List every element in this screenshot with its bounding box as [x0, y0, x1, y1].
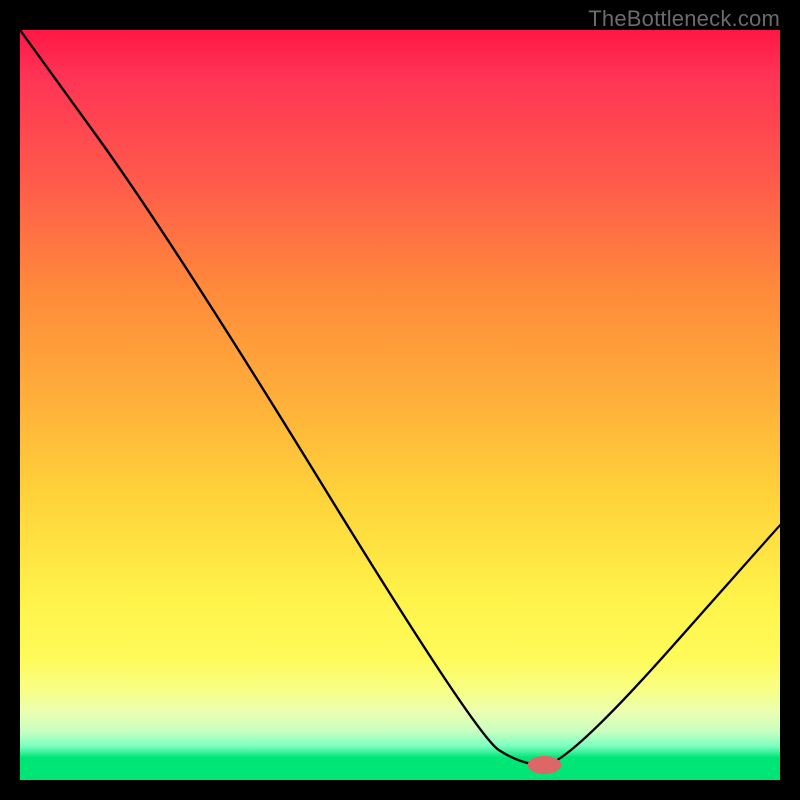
chart-frame: TheBottleneck.com	[0, 0, 800, 800]
watermark-text: TheBottleneck.com	[588, 6, 780, 32]
plot-gradient-area	[20, 30, 780, 780]
